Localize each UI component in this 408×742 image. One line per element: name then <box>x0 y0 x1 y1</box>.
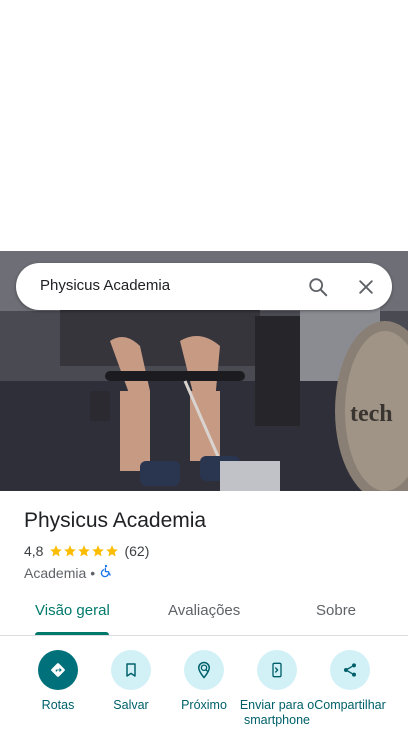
send-to-phone-icon <box>257 650 297 690</box>
search-bar[interactable]: Physicus Academia <box>16 263 392 310</box>
search-query-text[interactable]: Physicus Academia <box>40 277 170 294</box>
bookmark-icon <box>111 650 151 690</box>
svg-text:tech: tech <box>350 401 393 427</box>
tab-overview[interactable]: Visão geral <box>35 602 110 619</box>
wheelchair-icon <box>99 564 113 581</box>
directions-label: Rotas <box>41 698 75 712</box>
category-row: Academia • <box>24 564 113 581</box>
star-rating <box>49 544 119 558</box>
share-button[interactable]: Compartilhar <box>312 650 388 713</box>
star-icon <box>78 545 91 557</box>
place-tabs: Visão geral Avaliações Sobre <box>0 594 408 636</box>
nearby-button[interactable]: Próximo <box>166 650 242 713</box>
directions-icon <box>38 650 78 690</box>
tab-about[interactable]: Sobre <box>316 602 356 619</box>
directions-button[interactable]: Rotas <box>20 650 96 713</box>
star-icon <box>92 545 105 557</box>
action-buttons: Rotas Salvar Próximo Enviar para o smart… <box>0 650 408 742</box>
review-count[interactable]: (62) <box>124 543 149 559</box>
save-label: Salvar <box>113 698 149 712</box>
tab-reviews[interactable]: Avaliações <box>168 602 240 619</box>
nearby-icon <box>184 650 224 690</box>
star-icon <box>64 545 77 557</box>
rating-value: 4,8 <box>24 543 44 559</box>
map-blank-area <box>0 0 408 251</box>
star-icon <box>106 545 119 557</box>
send-to-phone-button[interactable]: Enviar para o smartphone <box>239 650 315 728</box>
separator-dot: • <box>90 564 96 581</box>
nearby-label: Próximo <box>181 698 227 712</box>
rating-row[interactable]: 4,8 (62) <box>24 543 149 559</box>
category-label: Academia <box>24 564 87 581</box>
star-icon <box>50 545 63 557</box>
active-tab-indicator <box>35 632 109 635</box>
place-title: Physicus Academia <box>24 509 207 532</box>
close-icon[interactable] <box>352 273 380 301</box>
search-icon[interactable] <box>304 273 332 301</box>
share-icon <box>330 650 370 690</box>
save-button[interactable]: Salvar <box>93 650 169 713</box>
send-to-phone-label: Enviar para o smartphone <box>239 698 315 727</box>
share-label: Compartilhar <box>314 698 386 712</box>
